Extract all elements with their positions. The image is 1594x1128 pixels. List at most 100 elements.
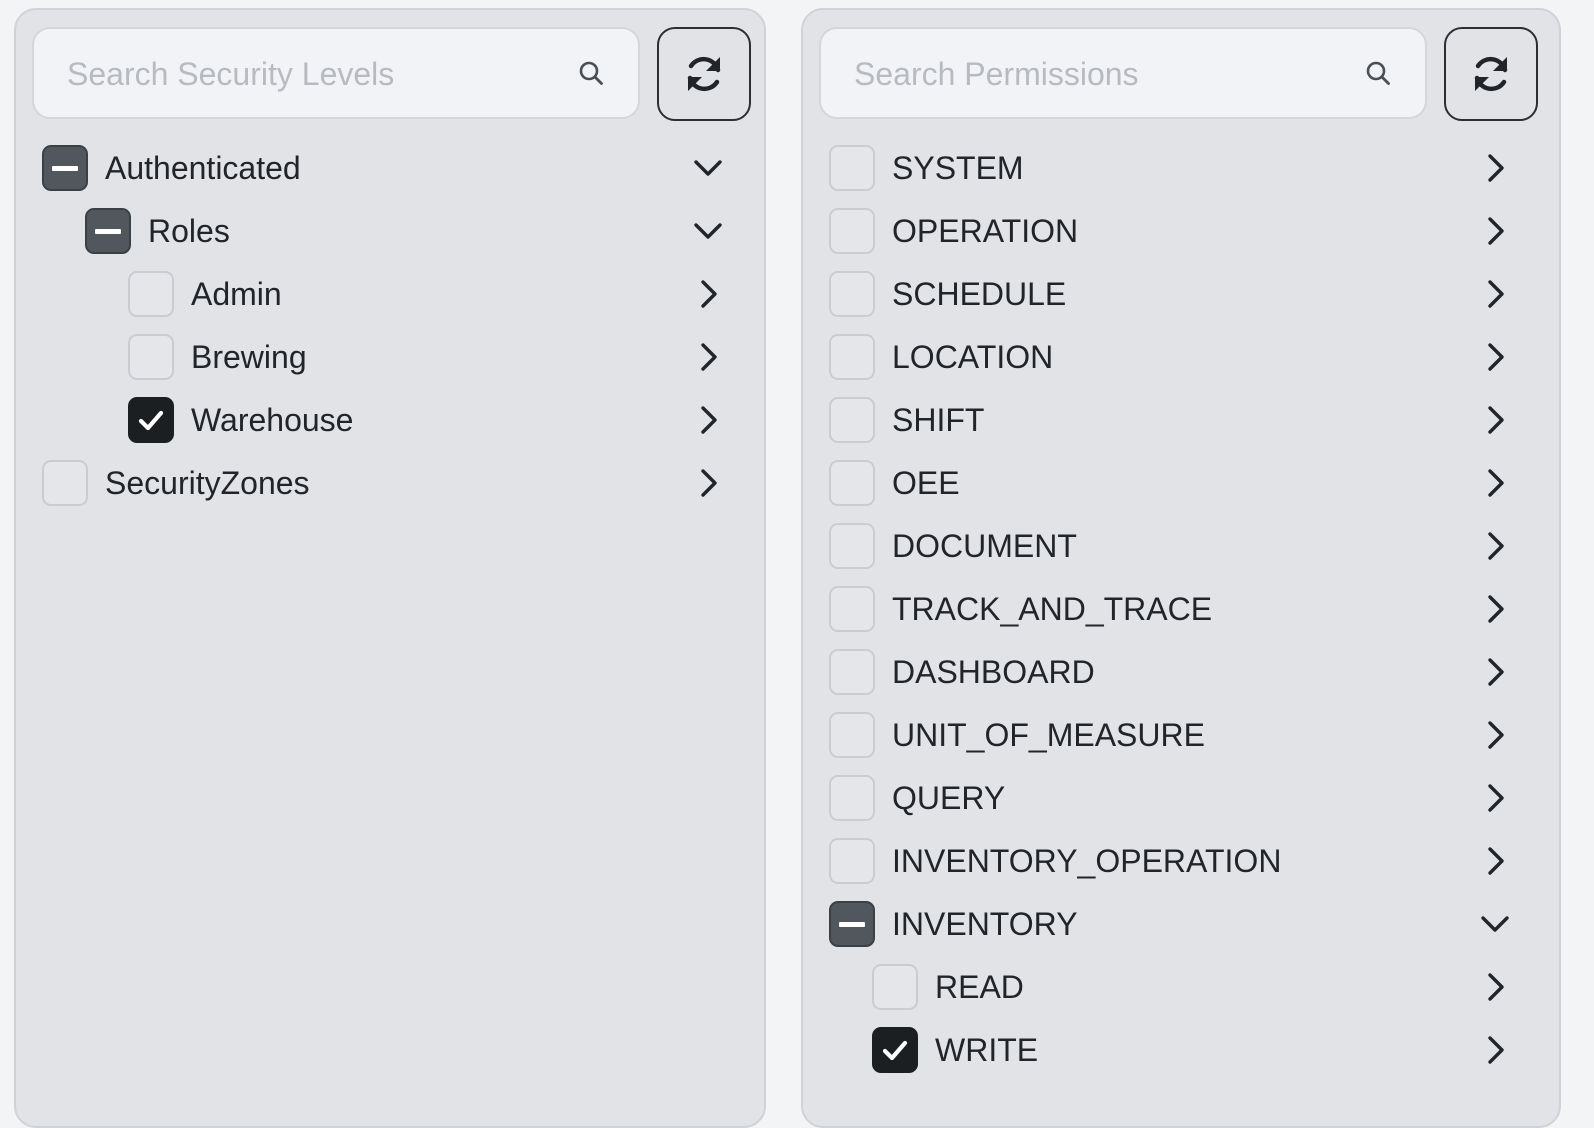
- tree-item-label: INVENTORY_OPERATION: [892, 843, 1282, 879]
- tree-item[interactable]: INVENTORY: [803, 894, 1559, 957]
- chevron-right-icon[interactable]: [1479, 215, 1511, 247]
- search-icon[interactable]: [578, 60, 604, 86]
- tree-item-label: Authenticated: [105, 150, 301, 186]
- tree-item[interactable]: INVENTORY_OPERATION: [803, 831, 1559, 894]
- tree-item-checkbox[interactable]: [42, 460, 88, 506]
- permissions-tree: SYSTEM OPERATION SCHEDULE LOCATION SHIFT OEE D…: [803, 138, 1559, 1083]
- chevron-down-icon[interactable]: [692, 152, 724, 184]
- chevron-right-icon[interactable]: [692, 341, 724, 373]
- tree-item[interactable]: SHIFT: [803, 390, 1559, 453]
- tree-item-checkbox[interactable]: [829, 901, 875, 947]
- tree-item-checkbox[interactable]: [829, 271, 875, 317]
- tree-item-checkbox[interactable]: [829, 460, 875, 506]
- tree-item[interactable]: LOCATION: [803, 327, 1559, 390]
- tree-item-label: Brewing: [191, 339, 307, 375]
- security-levels-search-box[interactable]: [32, 27, 640, 119]
- chevron-down-icon[interactable]: [1479, 908, 1511, 940]
- chevron-right-icon[interactable]: [692, 404, 724, 436]
- tree-item[interactable]: Roles: [16, 201, 764, 264]
- permissions-search-box[interactable]: [819, 27, 1427, 119]
- tree-item-label: WRITE: [935, 1032, 1039, 1068]
- checkmark-icon: [138, 410, 164, 431]
- tree-item-label: Roles: [148, 213, 230, 249]
- chevron-right-icon[interactable]: [1479, 593, 1511, 625]
- tree-item[interactable]: READ: [803, 957, 1559, 1020]
- tree-item-checkbox[interactable]: [872, 964, 918, 1010]
- tree-item[interactable]: SYSTEM: [803, 138, 1559, 201]
- tree-item[interactable]: TRACK_AND_TRACE: [803, 579, 1559, 642]
- tree-item[interactable]: SCHEDULE: [803, 264, 1559, 327]
- tree-item-checkbox[interactable]: [829, 523, 875, 569]
- tree-item-checkbox[interactable]: [829, 145, 875, 191]
- tree-item[interactable]: OEE: [803, 453, 1559, 516]
- chevron-right-icon[interactable]: [1479, 845, 1511, 877]
- chevron-right-icon[interactable]: [1479, 1034, 1511, 1066]
- tree-item-label: SCHEDULE: [892, 276, 1067, 312]
- tree-item-checkbox[interactable]: [128, 334, 174, 380]
- tree-item-checkbox[interactable]: [829, 586, 875, 632]
- refresh-icon: [687, 56, 721, 92]
- tree-item-checkbox[interactable]: [829, 208, 875, 254]
- tree-item-checkbox[interactable]: [829, 712, 875, 758]
- chevron-right-icon[interactable]: [1479, 719, 1511, 751]
- tree-item-checkbox[interactable]: [128, 397, 174, 443]
- tree-item-checkbox[interactable]: [872, 1027, 918, 1073]
- tree-item-label: OPERATION: [892, 213, 1079, 249]
- tree-item[interactable]: DOCUMENT: [803, 516, 1559, 579]
- chevron-right-icon[interactable]: [1479, 404, 1511, 436]
- chevron-right-icon[interactable]: [1479, 278, 1511, 310]
- tree-item[interactable]: Admin: [16, 264, 764, 327]
- tree-item-label: SYSTEM: [892, 150, 1024, 186]
- tree-item[interactable]: SecurityZones: [16, 453, 764, 516]
- chevron-right-icon[interactable]: [1479, 341, 1511, 373]
- minus-icon: [839, 921, 865, 927]
- tree-item[interactable]: UNIT_OF_MEASURE: [803, 705, 1559, 768]
- tree-item-label: INVENTORY: [892, 906, 1078, 942]
- tree-item-label: UNIT_OF_MEASURE: [892, 717, 1205, 753]
- tree-item-checkbox[interactable]: [829, 334, 875, 380]
- chevron-right-icon[interactable]: [692, 278, 724, 310]
- tree-item-checkbox[interactable]: [128, 271, 174, 317]
- chevron-right-icon[interactable]: [1479, 152, 1511, 184]
- permissions-refresh-button[interactable]: [1444, 27, 1538, 121]
- chevron-right-icon[interactable]: [1479, 530, 1511, 562]
- tree-item-label: DASHBOARD: [892, 654, 1095, 690]
- tree-item-checkbox[interactable]: [829, 649, 875, 695]
- tree-item-label: Admin: [191, 276, 282, 312]
- checkmark-icon: [882, 1040, 908, 1061]
- chevron-down-icon[interactable]: [692, 215, 724, 247]
- tree-item[interactable]: OPERATION: [803, 201, 1559, 264]
- security-levels-panel: Authenticated Roles Admin Brewing Warehouse S…: [14, 8, 766, 1128]
- chevron-right-icon[interactable]: [1479, 467, 1511, 499]
- tree-item[interactable]: QUERY: [803, 768, 1559, 831]
- tree-item-checkbox[interactable]: [829, 775, 875, 821]
- minus-icon: [52, 165, 78, 171]
- chevron-right-icon[interactable]: [1479, 656, 1511, 688]
- tree-item-label: READ: [935, 969, 1024, 1005]
- tree-item-label: Warehouse: [191, 402, 354, 438]
- tree-item-label: DOCUMENT: [892, 528, 1077, 564]
- chevron-right-icon[interactable]: [692, 467, 724, 499]
- search-icon[interactable]: [1365, 60, 1391, 86]
- tree-item-label: SecurityZones: [105, 465, 310, 501]
- security-levels-tree: Authenticated Roles Admin Brewing Warehouse S…: [16, 138, 764, 516]
- chevron-right-icon[interactable]: [1479, 971, 1511, 1003]
- tree-item-label: TRACK_AND_TRACE: [892, 591, 1213, 627]
- tree-item[interactable]: Brewing: [16, 327, 764, 390]
- tree-item-checkbox[interactable]: [829, 397, 875, 443]
- tree-item-checkbox[interactable]: [829, 838, 875, 884]
- security-levels-refresh-button[interactable]: [657, 27, 751, 121]
- permissions-search-input[interactable]: [852, 29, 1356, 119]
- tree-item-checkbox[interactable]: [85, 208, 131, 254]
- security-levels-search-input[interactable]: [65, 29, 569, 119]
- permissions-panel: SYSTEM OPERATION SCHEDULE LOCATION SHIFT OEE D…: [801, 8, 1561, 1128]
- tree-item[interactable]: DASHBOARD: [803, 642, 1559, 705]
- tree-item[interactable]: Warehouse: [16, 390, 764, 453]
- tree-item[interactable]: WRITE: [803, 1020, 1559, 1083]
- tree-item-label: SHIFT: [892, 402, 985, 438]
- tree-item-label: QUERY: [892, 780, 1006, 816]
- tree-item-checkbox[interactable]: [42, 145, 88, 191]
- chevron-right-icon[interactable]: [1479, 782, 1511, 814]
- tree-item[interactable]: Authenticated: [16, 138, 764, 201]
- tree-item-label: LOCATION: [892, 339, 1054, 375]
